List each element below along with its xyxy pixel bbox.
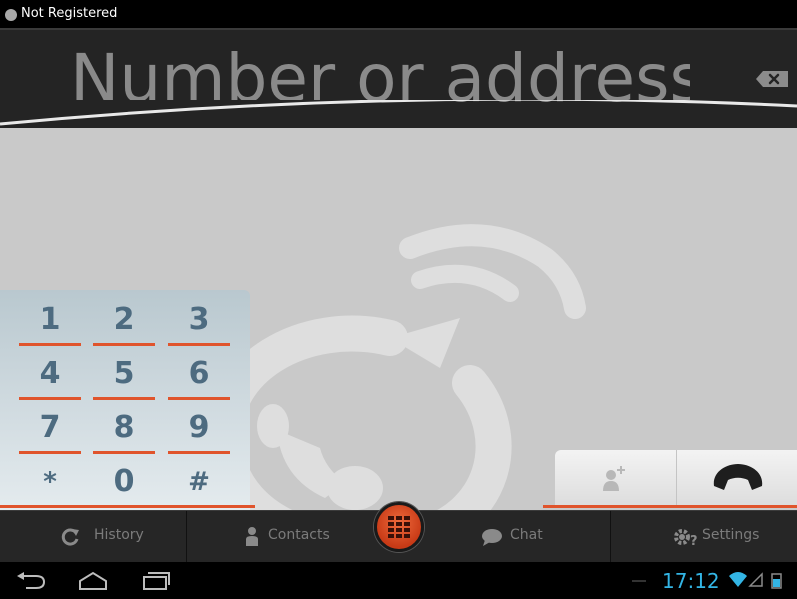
clock: 17:12	[662, 569, 720, 593]
registration-status-icon	[5, 9, 17, 21]
add-contact-icon	[603, 466, 625, 491]
tab-settings[interactable]: ? Settings	[611, 511, 797, 563]
key-label: 1	[39, 302, 61, 337]
dialpad-key-0[interactable]: 0	[93, 460, 155, 508]
status-bar: Not Registered	[0, 0, 797, 28]
header-curve	[0, 100, 797, 126]
tab-history[interactable]: History	[0, 511, 186, 563]
call-accent-line	[543, 505, 797, 508]
key-label: 7	[39, 410, 61, 445]
dialpad-key-4[interactable]: 4	[19, 352, 81, 400]
dialpad-key-5[interactable]: 5	[93, 352, 155, 400]
tab-history-label: History	[94, 527, 144, 543]
dialpad-grid-icon	[388, 516, 410, 538]
gear-icon: ?	[674, 529, 698, 548]
key-label: 4	[39, 356, 61, 391]
dialpad-key-star[interactable]: *	[19, 460, 81, 508]
dialpad-key-7[interactable]: 7	[19, 406, 81, 454]
key-label: 6	[188, 356, 210, 391]
key-label: 3	[188, 302, 210, 337]
tab-settings-label: Settings	[702, 527, 760, 543]
tab-contacts-label: Contacts	[268, 527, 330, 543]
dialpad-key-3[interactable]: 3	[168, 298, 230, 346]
dialpad-key-9[interactable]: 9	[168, 406, 230, 454]
key-label: 9	[188, 410, 210, 445]
system-nav-bar: 17:12	[0, 562, 797, 599]
key-label: 5	[113, 356, 135, 391]
signal-icon	[748, 572, 763, 587]
recent-apps-icon[interactable]	[142, 571, 170, 591]
wifi-icon	[729, 572, 747, 587]
backspace-icon[interactable]	[755, 70, 789, 88]
tab-contacts[interactable]: Contacts	[187, 511, 372, 563]
home-icon[interactable]	[78, 571, 108, 591]
system-status-icons	[729, 572, 782, 589]
back-icon[interactable]	[16, 572, 46, 590]
key-label: 2	[113, 302, 135, 337]
refresh-icon	[61, 528, 79, 546]
dialpad-key-6[interactable]: 6	[168, 352, 230, 400]
dialpad-key-2[interactable]: 2	[93, 298, 155, 346]
dialpad: 1 2 3 4 5 6 7 8 9 * 0 #	[0, 290, 250, 510]
svg-text:?: ?	[690, 534, 698, 548]
person-icon	[246, 527, 258, 546]
tab-chat[interactable]: Chat	[430, 511, 610, 563]
key-label: 8	[113, 410, 135, 445]
key-label: *	[43, 467, 57, 497]
registration-status-text: Not Registered	[21, 6, 118, 21]
dialer-button[interactable]	[374, 502, 424, 552]
call-controls	[555, 450, 797, 508]
chat-bubble-icon	[482, 529, 502, 546]
dialpad-key-8[interactable]: 8	[93, 406, 155, 454]
tab-chat-label: Chat	[510, 527, 543, 543]
dialpad-accent-line	[0, 505, 255, 508]
call-button[interactable]	[676, 450, 797, 508]
notification-dash	[632, 580, 646, 582]
key-label: 0	[113, 464, 135, 499]
dialpad-key-hash[interactable]: #	[168, 460, 230, 508]
add-contact-button[interactable]	[555, 450, 675, 508]
dialpad-key-1[interactable]: 1	[19, 298, 81, 346]
key-label: #	[188, 467, 210, 497]
phone-icon	[713, 464, 763, 490]
